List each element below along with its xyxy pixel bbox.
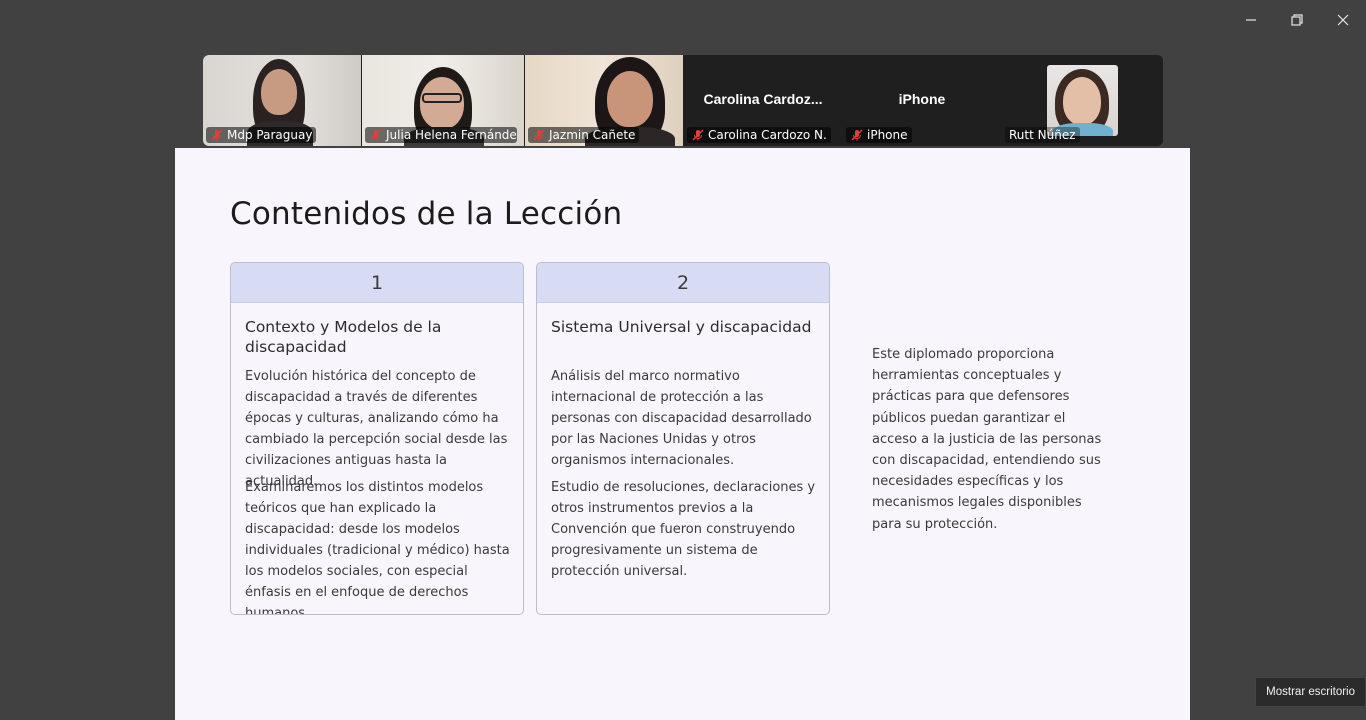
card-number: 1 <box>231 263 523 303</box>
card-paragraph: Evolución histórica del concepto de disc… <box>245 369 508 489</box>
participant-tile[interactable]: Carolina Cardoz... Carolina Cardozo N. <box>684 55 842 146</box>
participant-name-tag: Julia Helena Fernández ... <box>365 127 517 143</box>
card-paragraph: Examinaremos los distintos modelos teóri… <box>245 480 510 615</box>
minimize-icon <box>1246 19 1256 21</box>
mic-muted-icon <box>851 129 863 141</box>
participant-video <box>1047 65 1118 136</box>
lesson-card-1: 1 Contexto y Modelos de la discapacidad … <box>230 262 524 615</box>
participant-name-tag: iPhone <box>846 127 912 143</box>
mic-muted-icon <box>370 129 382 141</box>
show-desktop-tooltip: Mostrar escritorio <box>1255 677 1366 707</box>
close-button[interactable] <box>1320 0 1366 40</box>
participant-display-name: iPhone <box>898 91 946 107</box>
participant-tile-active-speaker[interactable]: Julia Helena Fernández ... <box>362 55 524 146</box>
participant-name: Rutt Núñez <box>1009 128 1076 142</box>
participant-tile[interactable]: iPhone iPhone <box>843 55 1001 146</box>
participant-name: Mdp Paraguay <box>227 128 313 142</box>
participant-name-tag: Jazmin Cañete <box>528 127 640 143</box>
participant-tile[interactable]: Jazmin Cañete <box>525 55 683 146</box>
mic-muted-icon <box>211 129 223 141</box>
participant-name-tag: Mdp Paraguay <box>206 127 317 143</box>
shared-slide: Contenidos de la Lección 1 Contexto y Mo… <box>175 148 1190 720</box>
restore-icon <box>1291 14 1303 26</box>
restore-button[interactable] <box>1274 0 1320 40</box>
slide-side-text: Este diplomado proporciona herramientas … <box>872 347 1102 532</box>
card-paragraph: Análisis del marco normativo internacion… <box>551 369 812 468</box>
lesson-card-2: 2 Sistema Universal y discapacidad Análi… <box>536 262 830 615</box>
card-heading: Contexto y Modelos de la discapacidad <box>245 318 442 356</box>
participant-name-tag: Carolina Cardozo N. <box>687 127 831 143</box>
participant-name: Julia Helena Fernández ... <box>386 128 517 142</box>
slide-title: Contenidos de la Lección <box>230 196 623 232</box>
participant-tile[interactable]: Mdp Paraguay <box>203 55 361 146</box>
participant-strip: Mdp Paraguay Julia Helena Fernández ... … <box>203 55 1163 146</box>
close-icon <box>1337 14 1349 26</box>
participant-name: Jazmin Cañete <box>549 128 636 142</box>
card-paragraph: Estudio de resoluciones, declaraciones y… <box>551 480 816 579</box>
minimize-button[interactable] <box>1228 0 1274 40</box>
mic-muted-icon <box>692 129 704 141</box>
participant-display-name: Carolina Cardoz... <box>703 91 823 107</box>
mic-muted-icon <box>533 129 545 141</box>
card-number: 2 <box>537 263 829 303</box>
participant-name: iPhone <box>867 128 908 142</box>
participant-name: Carolina Cardozo N. <box>708 128 827 142</box>
participant-tile[interactable]: Rutt Núñez <box>1002 55 1163 146</box>
participant-name-tag: Rutt Núñez <box>1005 127 1080 143</box>
window-controls <box>1228 0 1366 40</box>
card-heading: Sistema Universal y discapacidad <box>551 318 812 336</box>
